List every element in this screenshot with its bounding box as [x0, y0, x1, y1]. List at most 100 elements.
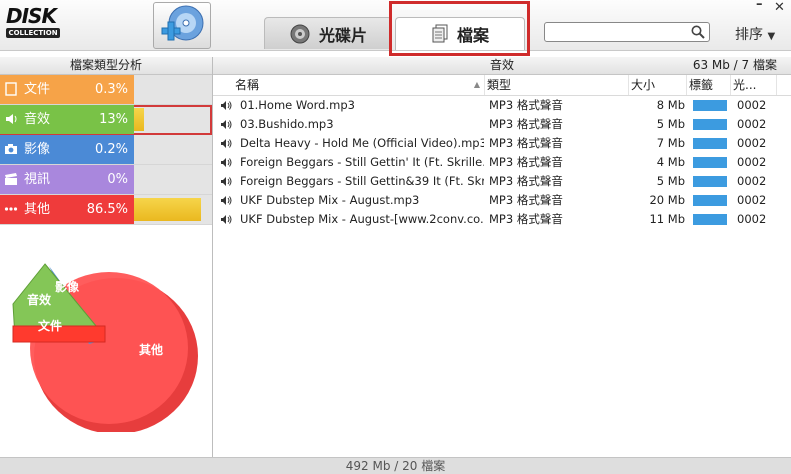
- pie-label-audio: 音效: [27, 292, 52, 307]
- speaker-icon: [221, 139, 232, 148]
- search-input[interactable]: [549, 24, 689, 42]
- speaker-disc-icon: [290, 24, 310, 43]
- file-name: UKF Dubstep Mix - August.mp3: [240, 193, 420, 207]
- tag-bar: [693, 157, 727, 168]
- minimize-button[interactable]: –: [756, 0, 763, 12]
- close-button[interactable]: ✕: [774, 0, 785, 15]
- column-disc[interactable]: 光...: [731, 75, 777, 95]
- category-label: 其他 86.5%: [0, 195, 134, 224]
- file-type: MP3 格式聲音: [489, 174, 563, 188]
- tag-bar: [693, 176, 727, 187]
- category-row-video[interactable]: 視訊 0%: [0, 165, 212, 195]
- clapperboard-icon: [5, 173, 17, 185]
- disc-id: 0002: [737, 155, 767, 169]
- table-row[interactable]: UKF Dubstep Mix - August.mp3 MP3 格式聲音 20 M…: [213, 191, 791, 210]
- category-label: 視訊 0%: [0, 165, 134, 194]
- chevron-down-icon: ▼: [767, 31, 776, 42]
- tag-bar: [693, 138, 727, 149]
- category-row-image[interactable]: 影像 0.2%: [0, 135, 212, 165]
- pie-label-other: 其他: [139, 342, 163, 357]
- file-type: MP3 格式聲音: [489, 136, 563, 150]
- file-name: Delta Heavy - Hold Me (Official Video).m…: [240, 136, 484, 150]
- app-logo: DISK COLLECTION: [4, 4, 62, 40]
- file-type-pie-chart: 音效 影像 文件 其他: [12, 263, 198, 432]
- disc-id: 0002: [737, 136, 767, 150]
- category-bar: [134, 198, 201, 221]
- column-headers: 名稱 ▲ 類型 大小 標籤 光...: [213, 75, 791, 96]
- dots-icon: [4, 207, 18, 211]
- file-size: 7 Mb: [656, 136, 685, 150]
- file-name: UKF Dubstep Mix - August-[www.2conv.co..…: [240, 212, 484, 226]
- tag-bar: [693, 100, 727, 111]
- file-size: 8 Mb: [656, 98, 685, 112]
- camera-icon: [5, 144, 17, 154]
- table-row[interactable]: Delta Heavy - Hold Me (Official Video).m…: [213, 134, 791, 153]
- file-name: Foreign Beggars - Still Gettin&39 It (Ft…: [240, 174, 484, 188]
- table-row[interactable]: Foreign Beggars - Still Gettin&39 It (Ft…: [213, 172, 791, 191]
- status-bar: 492 Mb / 20 檔案: [0, 457, 791, 474]
- speaker-icon: [221, 158, 232, 167]
- pie-label-image: 影像: [55, 279, 80, 294]
- speaker-icon: [221, 196, 232, 205]
- disc-id: 0002: [737, 98, 767, 112]
- document-icon: [5, 82, 17, 96]
- file-size: 5 Mb: [656, 174, 685, 188]
- table-row[interactable]: 03.Bushido.mp3 MP3 格式聲音 5 Mb 0002: [213, 115, 791, 134]
- file-size: 4 Mb: [656, 155, 685, 169]
- sort-dropdown[interactable]: 排序 ▼: [735, 24, 775, 44]
- file-rows: 01.Home Word.mp3 MP3 格式聲音 8 Mb 0002 03.Bushi…: [213, 96, 791, 229]
- pie-label-doc: 文件: [38, 318, 62, 333]
- disc-id: 0002: [737, 212, 767, 226]
- column-size[interactable]: 大小: [629, 75, 687, 95]
- file-list-panel: 音效 63 Mb / 7 檔案 名稱 ▲ 類型 大小 標籤 光... 01.Ho…: [213, 57, 791, 457]
- tab-files[interactable]: 檔案: [395, 17, 525, 50]
- search-box[interactable]: [544, 22, 710, 42]
- tag-bar: [693, 214, 727, 225]
- speaker-icon: [221, 215, 232, 224]
- table-row[interactable]: UKF Dubstep Mix - August-[www.2conv.co..…: [213, 210, 791, 229]
- disc-id: 0002: [737, 117, 767, 131]
- file-name: Foreign Beggars - Still Gettin' It (Ft. …: [240, 155, 484, 169]
- category-bar: [134, 108, 144, 131]
- column-tag[interactable]: 標籤: [687, 75, 731, 95]
- speaker-icon: [221, 101, 232, 110]
- document-icon: [432, 24, 448, 43]
- tab-discs[interactable]: 光碟片: [264, 17, 392, 49]
- file-name: 01.Home Word.mp3: [240, 98, 355, 112]
- sort-asc-icon: ▲: [473, 80, 480, 89]
- disc-id: 0002: [737, 174, 767, 188]
- file-type: MP3 格式聲音: [489, 98, 563, 112]
- search-icon[interactable]: [691, 25, 705, 39]
- file-size: 11 Mb: [649, 212, 685, 226]
- column-type[interactable]: 類型: [485, 75, 629, 95]
- speaker-icon: [6, 114, 17, 124]
- category-label: 音效 13%: [0, 105, 134, 134]
- add-disc-icon: [161, 5, 204, 41]
- category-summary: 63 Mb / 7 檔案: [692, 58, 777, 72]
- file-list-header: 音效 63 Mb / 7 檔案: [213, 57, 791, 75]
- panel-title: 檔案類型分析: [0, 57, 212, 75]
- category-row-audio[interactable]: 音效 13%: [0, 105, 212, 135]
- tag-bar: [693, 119, 727, 130]
- file-type: MP3 格式聲音: [489, 117, 563, 131]
- file-name: 03.Bushido.mp3: [240, 117, 334, 131]
- category-row-other[interactable]: 其他 86.5%: [0, 195, 212, 225]
- category-label: 文件 0.3%: [0, 75, 134, 104]
- file-size: 5 Mb: [656, 117, 685, 131]
- table-row[interactable]: Foreign Beggars - Still Gettin' It (Ft. …: [213, 153, 791, 172]
- file-type: MP3 格式聲音: [489, 193, 563, 207]
- category-list: 文件 0.3% 音效 13% 影像 0.2% 視訊 0% 其他 86.5%: [0, 75, 212, 225]
- top-toolbar: DISK COLLECTION 光碟片 檔案 排序 ▼ – ✕: [0, 0, 791, 51]
- column-name[interactable]: 名稱 ▲: [233, 75, 485, 95]
- file-type: MP3 格式聲音: [489, 212, 563, 226]
- category-label: 影像 0.2%: [0, 135, 134, 164]
- disc-id: 0002: [737, 193, 767, 207]
- category-row-doc[interactable]: 文件 0.3%: [0, 75, 212, 105]
- file-size: 20 Mb: [649, 193, 685, 207]
- tag-bar: [693, 195, 727, 206]
- speaker-icon: [221, 177, 232, 186]
- table-row[interactable]: 01.Home Word.mp3 MP3 格式聲音 8 Mb 0002: [213, 96, 791, 115]
- file-type-panel: 檔案類型分析 文件 0.3% 音效 13% 影像 0.2% 視訊 0% 其他 8…: [0, 57, 213, 457]
- file-type: MP3 格式聲音: [489, 155, 563, 169]
- add-disc-button[interactable]: [153, 2, 211, 49]
